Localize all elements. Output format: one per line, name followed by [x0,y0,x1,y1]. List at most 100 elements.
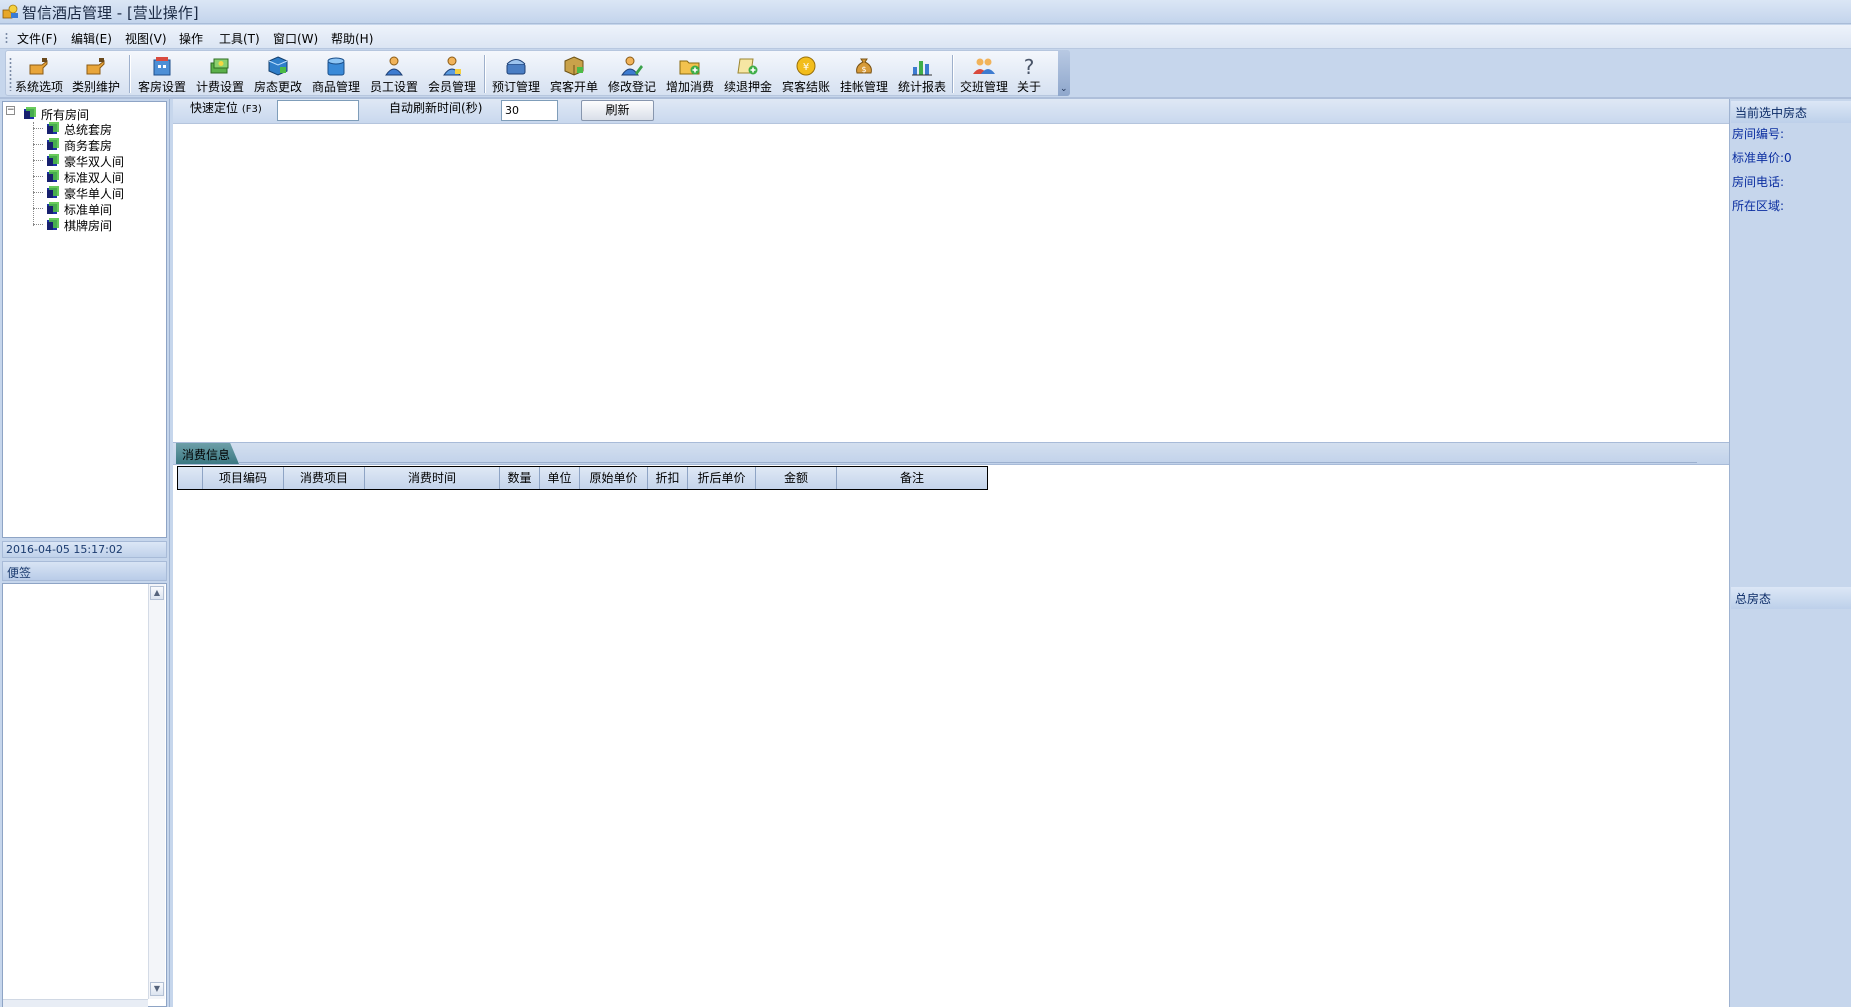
tab-underline [239,462,1697,463]
refresh-interval-label: 自动刷新时间(秒) [389,99,482,116]
column-header[interactable]: 数量 [500,467,540,489]
system-options-button[interactable]: 系统选项 [11,53,67,95]
toolbar-separator [952,55,953,93]
column-header[interactable]: 金额 [756,467,837,489]
tree-item-label: 标准单间 [64,203,113,217]
member-management-button[interactable]: 会员管理 [424,53,480,95]
column-header[interactable]: 备注 [837,467,987,489]
title-bar [0,0,1851,24]
toolbar-label: 计费设置 [195,80,244,94]
coin-icon: ¥ [796,56,816,76]
column-header[interactable]: 折后单价 [688,467,756,489]
tree-connector [33,160,43,161]
menu-operation[interactable]: 操作 [179,30,203,47]
quick-locate-input[interactable] [277,100,359,121]
column-header[interactable]: 单位 [540,467,580,489]
svg-text:?: ? [1024,55,1035,77]
memo-textarea[interactable] [2,583,167,1007]
svg-text:$: $ [861,65,866,74]
toolbar-overflow-button[interactable]: ⌄ [1058,50,1070,96]
menu-bar: 文件(F) 编辑(E) 视图(V) 操作 工具(T) 窗口(W) 帮助(H) [0,25,1851,49]
tree-connector [33,208,43,209]
toolbar-label: 商品管理 [311,80,360,94]
add-consumption-button[interactable]: 增加消费 [662,53,718,95]
room-folder-icon [47,170,59,182]
standard-price-label: 标准单价:0 [1732,151,1792,165]
room-area-label: 所在区域: [1732,199,1785,213]
user-edit-icon [621,56,643,76]
room-folder-icon [47,138,59,150]
consume-grid[interactable] [173,464,1729,1007]
column-header[interactable]: 折扣 [648,467,688,489]
app-icon [2,4,18,19]
hand-pointer-icon [86,58,105,75]
toolbar-label: 客房设置 [137,80,186,94]
grid-indicator-column [178,467,203,489]
statistics-report-button[interactable]: 统计报表 [894,53,950,95]
tab-consume-info[interactable]: 消费信息 [176,443,239,464]
toolbar-separator [129,55,130,93]
tree-connector [33,144,43,145]
column-header[interactable]: 项目编码 [203,467,284,489]
memo-horizontal-scrollbar[interactable] [3,999,148,1007]
column-header[interactable]: 消费时间 [365,467,500,489]
room-folder-icon [47,154,59,166]
refresh-interval-input[interactable] [501,100,558,121]
menu-help[interactable]: 帮助(H) [331,30,373,47]
memo-scrollbar[interactable]: ▲ ▼ [148,584,165,999]
person-icon [385,56,403,76]
scroll-down-icon[interactable]: ▼ [150,982,164,996]
hand-pointer-icon [29,58,48,75]
window-title: 智信酒店管理 - [营业操作] [22,4,199,22]
reservation-management-button[interactable]: 预订管理 [488,53,544,95]
room-status-change-button[interactable]: 房态更改 [250,53,306,95]
room-status-area[interactable] [173,125,1729,442]
toolbar-label: 修改登记 [607,80,656,94]
billing-settings-button[interactable]: 计费设置 [192,53,248,95]
column-header[interactable]: 消费项目 [284,467,365,489]
menu-file[interactable]: 文件(F) [17,30,57,47]
cube-icon [268,56,288,76]
toolbar-label: 宾客开单 [549,80,598,94]
modify-registration-button[interactable]: 修改登记 [604,53,660,95]
receipt-icon [737,58,758,75]
toolbar-label: 宾客结账 [781,80,830,94]
refresh-button[interactable]: 刷新 [581,100,654,121]
toolbar-label: 交班管理 [959,80,1008,94]
tree-collapse-toggle[interactable]: − [6,106,15,115]
room-phone-label: 房间电话: [1732,175,1785,189]
deposit-refund-button[interactable]: 续退押金 [720,53,776,95]
moneybag-icon: $ [856,58,872,74]
about-button[interactable]: ? 关于 [1008,53,1050,95]
scroll-up-icon[interactable]: ▲ [150,586,164,600]
toolbar-label: 增加消费 [665,80,714,94]
menu-grip[interactable] [5,32,8,44]
toolbar-label: 员工设置 [369,80,418,94]
room-folder-icon [47,186,59,198]
bar-chart-icon [912,61,932,76]
goods-management-button[interactable]: 商品管理 [308,53,364,95]
datetime-display: 2016-04-05 15:17:02 [2,541,167,558]
toolbar-separator [484,55,485,93]
credit-management-button[interactable]: $ 挂帐管理 [836,53,892,95]
column-header[interactable]: 原始单价 [580,467,648,489]
toolbar: 系统选项 类别维护 客房设置 计费设置 房态更改 商品管理 员工设置 会员管理 … [5,50,1070,96]
toolbar-label: 房态更改 [253,80,302,94]
room-settings-button[interactable]: 客房设置 [134,53,190,95]
consume-grid-header: 项目编码 消费项目 消费时间 数量 单位 原始单价 折扣 折后单价 金额 备注 [177,466,988,490]
guest-checkout-button[interactable]: ¥ 宾客结账 [778,53,834,95]
svg-text:¥: ¥ [803,62,809,73]
toolbar-label: 预订管理 [491,80,540,94]
memo-title: 便签 [2,561,167,581]
menu-window[interactable]: 窗口(W) [273,30,318,47]
category-maintenance-button[interactable]: 类别维护 [68,53,124,95]
menu-tools[interactable]: 工具(T) [219,30,260,47]
consume-tab-strip [173,442,1729,464]
refresh-interval-text: 自动刷新时间 [389,101,462,115]
staff-settings-button[interactable]: 员工设置 [366,53,422,95]
menu-view[interactable]: 视图(V) [125,30,167,47]
menu-edit[interactable]: 编辑(E) [71,30,112,47]
shift-handover-button[interactable]: 交班管理 [956,53,1012,95]
room-folder-icon [47,122,59,134]
guest-checkin-button[interactable]: 宾客开单 [546,53,602,95]
